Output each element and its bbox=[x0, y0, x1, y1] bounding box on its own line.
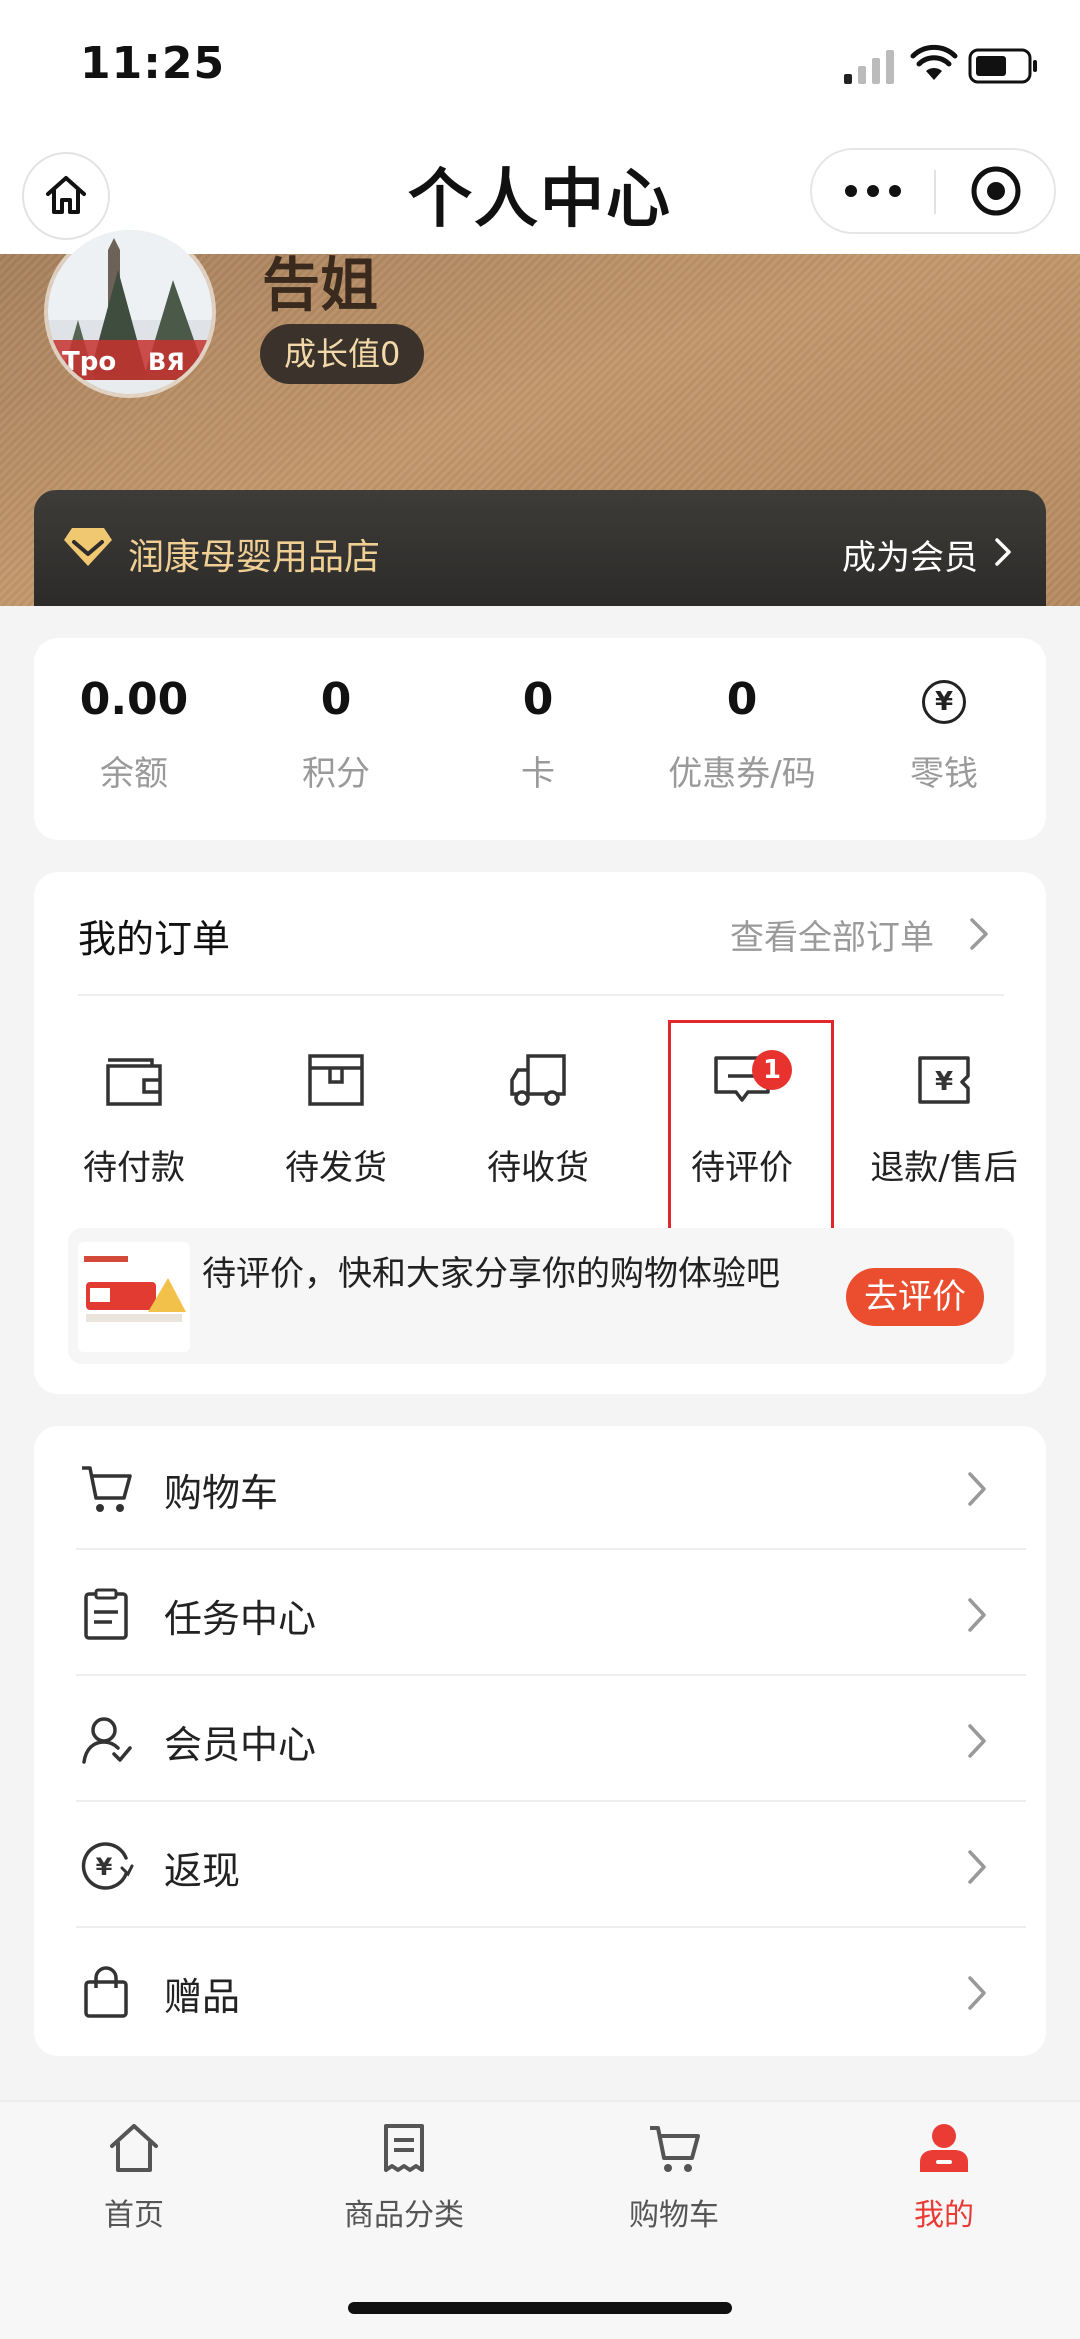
svg-text:¥: ¥ bbox=[935, 1067, 953, 1097]
avatar-photo: Тро ВЯ bbox=[48, 230, 212, 394]
order-label: 退款/售后 bbox=[870, 1148, 1018, 1188]
tab-label: 首页 bbox=[104, 2198, 164, 2233]
battery-icon bbox=[968, 48, 1037, 84]
tab-mine[interactable]: 我的 bbox=[844, 2116, 1044, 2234]
tab-label: 我的 bbox=[914, 2198, 974, 2233]
tab-label: 购物车 bbox=[629, 2198, 719, 2233]
asset-change[interactable]: ¥ 零钱 bbox=[844, 670, 1044, 795]
user-name: 告姐 bbox=[262, 251, 379, 319]
status-time: 11:25 bbox=[80, 38, 226, 89]
svg-text:Тро: Тро bbox=[62, 347, 116, 377]
truck-icon bbox=[510, 1054, 566, 1106]
store-name: 润康母婴用品店 bbox=[128, 537, 381, 578]
menu-item-task-center[interactable]: 任务中心 bbox=[34, 1550, 1046, 1676]
order-refund-aftersale[interactable]: ¥ 退款/售后 bbox=[844, 1040, 1044, 1189]
svg-text:¥: ¥ bbox=[96, 1853, 113, 1881]
signal-icon bbox=[844, 50, 894, 84]
order-pending-shipment[interactable]: 待发货 bbox=[236, 1040, 436, 1189]
view-all-orders-link[interactable]: 查看全部订单 bbox=[730, 910, 934, 959]
chevron-right-icon bbox=[968, 1472, 986, 1506]
go-review-button[interactable]: 去评价 bbox=[846, 1268, 984, 1326]
become-member-link[interactable]: 成为会员 bbox=[842, 530, 978, 579]
menu-item-member-center[interactable]: 会员中心 bbox=[34, 1676, 1046, 1802]
asset-value: 0.00 bbox=[79, 674, 189, 725]
gift-bag-icon bbox=[84, 1966, 128, 2018]
asset-balance[interactable]: 0.00 余额 bbox=[34, 670, 234, 795]
menu-label: 赠品 bbox=[164, 1975, 241, 2019]
review-prompt-text: 待评价，快和大家分享你的购物体验吧 bbox=[202, 1254, 780, 1294]
chevron-right-icon bbox=[968, 1850, 986, 1884]
asset-label: 优惠券/码 bbox=[668, 754, 816, 794]
target-icon bbox=[971, 166, 1021, 216]
pending-review-badge: 1 bbox=[752, 1050, 792, 1090]
avatar[interactable]: Тро ВЯ bbox=[44, 226, 216, 398]
asset-value: 0 bbox=[726, 674, 758, 725]
refund-icon: ¥ bbox=[918, 1056, 970, 1104]
box-icon bbox=[308, 1054, 364, 1106]
svg-text:ВЯ: ВЯ bbox=[148, 348, 185, 376]
category-icon bbox=[384, 2124, 424, 2172]
growth-value-badge[interactable]: 成长值0 bbox=[260, 324, 425, 384]
highlight-box bbox=[668, 1020, 834, 1246]
menu-label: 购物车 bbox=[164, 1471, 279, 1515]
chevron-right-icon bbox=[968, 1598, 986, 1632]
tab-categories[interactable]: 商品分类 bbox=[304, 2116, 504, 2234]
order-label: 待发货 bbox=[285, 1148, 387, 1188]
diamond-icon bbox=[64, 528, 112, 566]
asset-label: 卡 bbox=[521, 754, 555, 794]
menu-label: 会员中心 bbox=[164, 1723, 317, 1767]
order-pending-payment[interactable]: 待付款 bbox=[34, 1040, 234, 1189]
user-icon bbox=[920, 2124, 968, 2172]
asset-label: 零钱 bbox=[910, 754, 978, 794]
menu-item-cashback[interactable]: ¥ 返现 bbox=[34, 1802, 1046, 1928]
order-pending-receipt[interactable]: 待收货 bbox=[438, 1040, 638, 1189]
order-label: 待收货 bbox=[487, 1148, 589, 1188]
home-icon bbox=[110, 2124, 158, 2172]
cashback-icon: ¥ bbox=[81, 1842, 134, 1890]
member-icon bbox=[82, 1717, 132, 1764]
asset-value: 0 bbox=[320, 674, 352, 725]
clipboard-icon bbox=[84, 1588, 128, 1640]
chevron-right-icon bbox=[968, 1724, 986, 1758]
tab-home[interactable]: 首页 bbox=[34, 2116, 234, 2234]
chevron-right-icon bbox=[995, 538, 1011, 566]
asset-label: 余额 bbox=[100, 754, 168, 794]
product-thumbnail[interactable] bbox=[78, 1242, 190, 1352]
mini-program-capsule bbox=[810, 148, 1056, 234]
cart-icon bbox=[650, 2126, 700, 2172]
cart-icon bbox=[82, 1466, 132, 1512]
divider bbox=[78, 994, 1004, 996]
more-icon bbox=[845, 185, 901, 197]
order-label: 待付款 bbox=[83, 1148, 185, 1188]
menu-item-gifts[interactable]: 赠品 bbox=[34, 1928, 1046, 2054]
orders-title: 我的订单 bbox=[78, 917, 231, 961]
asset-cards[interactable]: 0 卡 bbox=[438, 670, 638, 795]
home-indicator bbox=[348, 2302, 732, 2314]
asset-label: 积分 bbox=[302, 754, 370, 794]
asset-value: 0 bbox=[522, 674, 554, 725]
tab-cart[interactable]: 购物车 bbox=[574, 2116, 774, 2234]
asset-points[interactable]: 0 积分 bbox=[236, 670, 436, 795]
close-button[interactable] bbox=[936, 150, 1056, 232]
chevron-right-icon[interactable] bbox=[968, 916, 990, 952]
tab-label: 商品分类 bbox=[344, 2198, 464, 2233]
more-button[interactable] bbox=[812, 150, 934, 232]
chevron-right-icon bbox=[968, 1976, 986, 2010]
menu-label: 任务中心 bbox=[164, 1597, 317, 1641]
wifi-icon bbox=[910, 44, 958, 80]
asset-coupons[interactable]: 0 优惠券/码 bbox=[642, 670, 842, 795]
menu-item-cart[interactable]: 购物车 bbox=[34, 1424, 1046, 1550]
yuan-coin-icon: ¥ bbox=[922, 680, 966, 724]
product-image bbox=[78, 1242, 190, 1352]
menu-label: 返现 bbox=[164, 1849, 241, 1893]
wallet-icon bbox=[106, 1058, 162, 1106]
